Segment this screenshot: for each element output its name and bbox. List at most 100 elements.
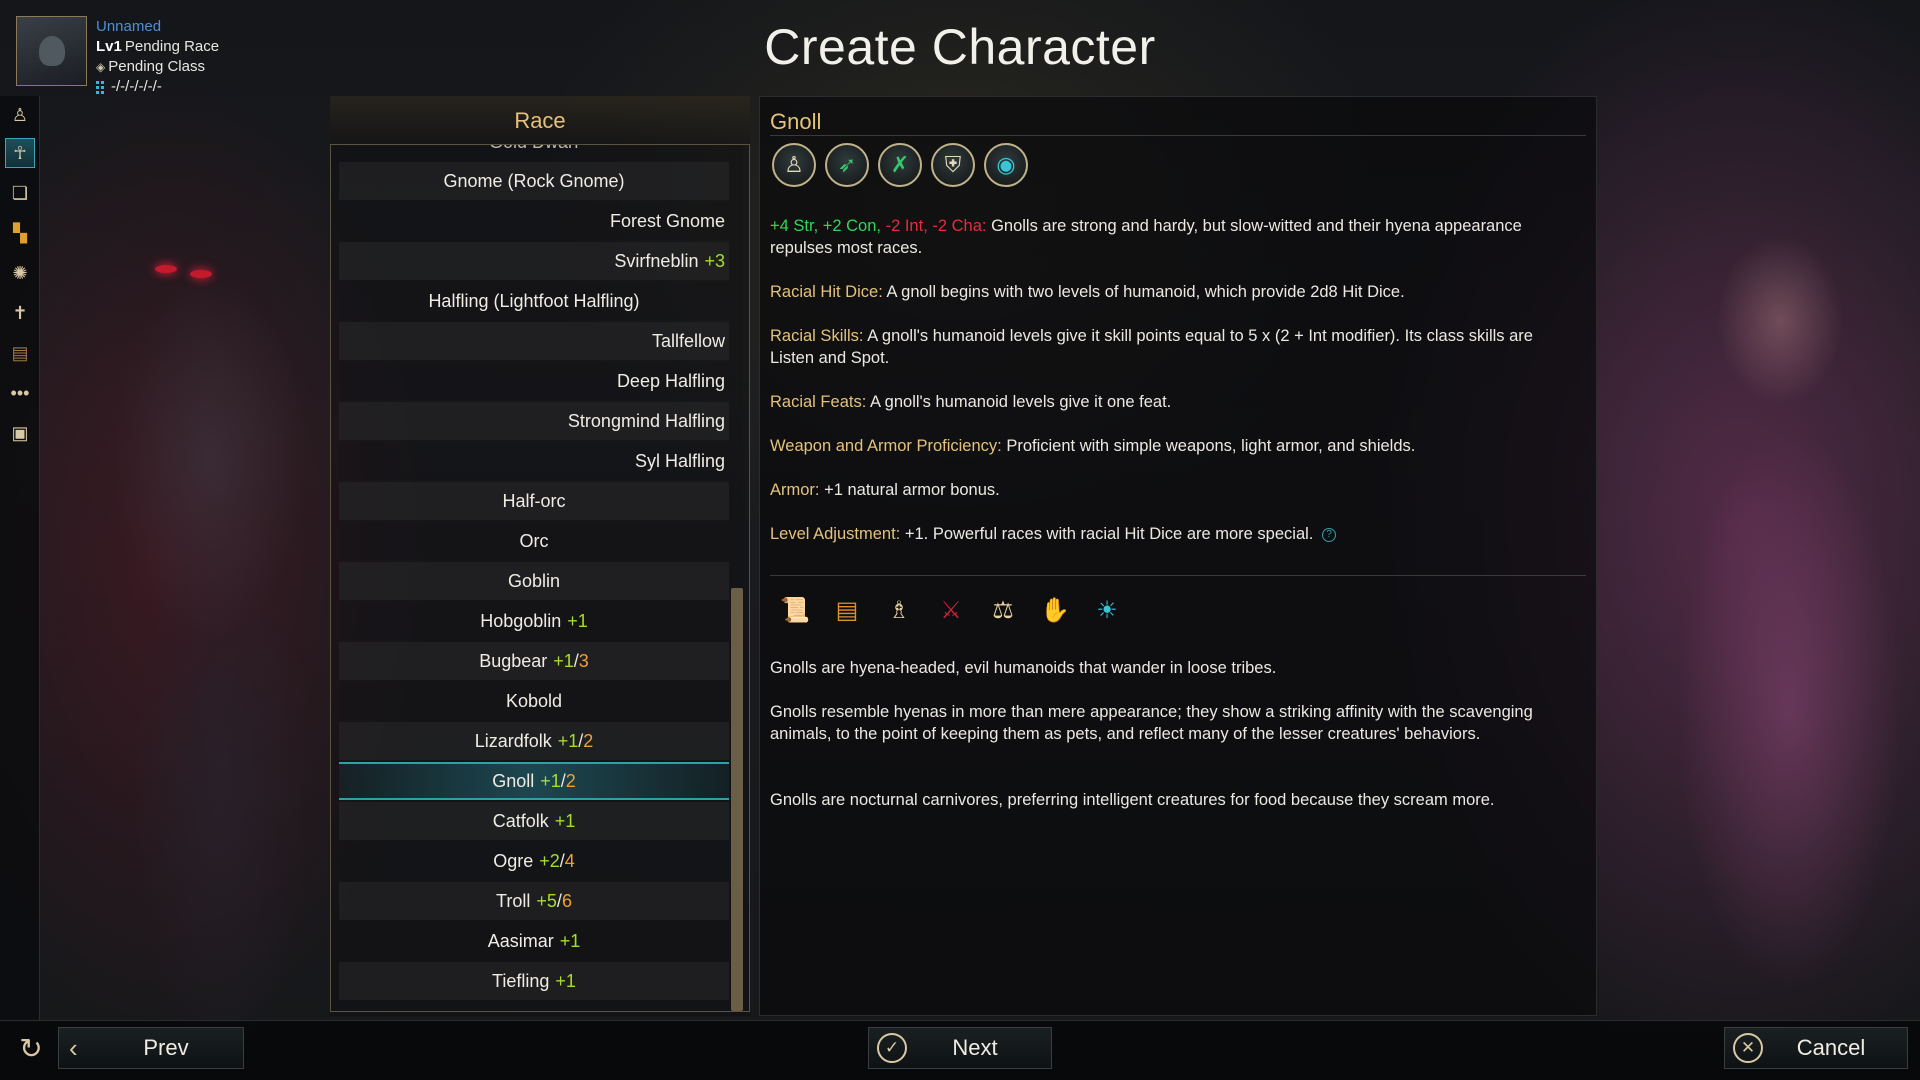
race-name: Orc [519,530,549,551]
armor-shield-icon[interactable]: ⛨ [931,143,975,187]
race-row[interactable]: Bugbear +1/3 [339,642,729,680]
race-row[interactable]: Tiefling +1 [339,962,729,1000]
level-adjustment-value: +1 [555,970,576,991]
race-name: Hobgoblin [480,610,562,631]
race-name: Strongmind Halfling [567,410,725,431]
grid-icon[interactable]: ▚ [5,218,35,248]
effective-level-value: 2 [583,730,594,751]
portrait-card-icon[interactable]: ▣ [5,418,35,448]
divider [770,135,1586,136]
character-stats: -/-/-/-/-/- [111,78,162,95]
race-name: Troll [496,890,531,911]
race-row[interactable]: Troll +5/6 [339,882,729,920]
book-icon[interactable]: ❏ [5,178,35,208]
race-name: Tiefling [492,970,550,991]
city-scales-icon[interactable]: ⚖ [980,587,1026,633]
effective-level-value: 2 [565,770,576,791]
feats-icon[interactable]: ✝ [5,298,35,328]
level-adjustment-value: +2 [539,850,560,871]
glowing-eye-icon [190,270,212,278]
scroll-icon[interactable]: 📜 [772,587,818,633]
race-list[interactable]: Gold Dwarf Gnome (Rock Gnome) Forest Gnom… [330,144,750,1012]
race-row[interactable]: Half-orc [339,482,729,520]
level-adjustment-value: +1 [540,770,561,791]
trait-icon-row: ♙ ➶ ✗ ⛨ ◉ [772,143,1028,187]
step-rail: ♙ ☥ ❏ ▚ ✺ ✝ ▤ ••• ▣ [0,96,40,1020]
help-icon[interactable]: ? [1321,527,1336,542]
skills-icon[interactable]: ✺ [5,258,35,288]
armor-bonus: Armor: +1 natural armor bonus. [770,479,1570,501]
race-row[interactable]: Ogre +2/4 [339,842,729,880]
scrollbar-thumb[interactable] [731,588,743,1011]
prev-button[interactable]: ‹ Prev [58,1027,244,1069]
deity-icon[interactable]: ☀ [1084,587,1130,633]
race-row-partial[interactable]: Gold Dwarf [339,145,729,161]
race-name: Halfling (Lightfoot Halfling) [428,290,640,311]
level-adjustment-value: +5 [536,890,557,911]
race-name: Lizardfolk [474,730,552,751]
close-icon: ✕ [1733,1033,1763,1063]
race-row[interactable]: Tallfellow [339,322,729,360]
race-icon[interactable]: ☥ [5,138,35,168]
lore-paragraph-1: Gnolls are hyena-headed, evil humanoids … [770,659,1277,677]
la-text: +1. Powerful races with racial Hit Dice … [904,525,1314,543]
skills-text: A gnoll's humanoid levels give it skill … [770,327,1533,367]
armor-text: +1 natural armor bonus. [824,481,1000,499]
orange-scroll-icon[interactable]: ▤ [824,587,870,633]
race-row[interactable]: Strongmind Halfling [339,402,729,440]
race-name: Gnoll [492,770,535,791]
race-row[interactable]: Svirfneblin +3 [339,242,729,280]
ability-positive: +4 Str, +2 Con, [770,217,881,235]
next-button[interactable]: ✓ Next [868,1027,1052,1069]
race-panel-title: Race [330,96,750,146]
race-name: Gnome (Rock Gnome) [443,170,625,191]
level-adjustment-value: +3 [704,250,725,271]
feats-text: A gnoll's humanoid levels give it one fe… [869,393,1172,411]
weapon-label: Weapon and Armor Proficiency: [770,437,1002,455]
handshake-icon[interactable]: ✋ [1032,587,1078,633]
cancel-button[interactable]: ✕ Cancel [1724,1027,1908,1069]
race-row[interactable]: Lizardfolk +1/2 [339,722,729,760]
level-adjustment: Level Adjustment: +1. Powerful races wit… [770,523,1570,545]
race-panel: Race Gold Dwarf Gnome (Rock Gnome) Forest… [330,96,750,1016]
race-row[interactable]: Forest Gnome [339,202,729,240]
crossed-swords-icon[interactable]: ⚔ [928,587,974,633]
race-row[interactable]: Orc [339,522,729,560]
spellbook-icon[interactable]: ▤ [5,338,35,368]
race-row[interactable]: Goblin [339,562,729,600]
race-row[interactable]: Halfling (Lightfoot Halfling) [339,282,729,320]
race-row[interactable]: Hobgoblin +1 [339,602,729,640]
la-label: Level Adjustment: [770,525,901,543]
weapon-armor-proficiency: Weapon and Armor Proficiency: Proficient… [770,435,1570,457]
effective-level-value: 4 [564,850,575,871]
race-row[interactable]: Catfolk +1 [339,802,729,840]
race-row[interactable]: Aasimar +1 [339,922,729,960]
more-icon[interactable]: ••• [5,378,35,408]
race-row[interactable]: Deep Halfling [339,362,729,400]
effective-level-value: 3 [578,650,589,671]
race-name: Aasimar [487,930,554,951]
stats-row: -/-/-/-/-/- [96,77,219,97]
figure-icon[interactable]: ♙ [5,100,35,130]
lore-icon-row: 📜 ▤ ♗ ⚔ ⚖ ✋ ☀ [772,587,1130,633]
race-detail-panel: Gnoll ♙ ➶ ✗ ⛨ ◉ +4 Str, +2 Con, -2 Int, … [759,96,1597,1016]
race-row[interactable]: Syl Halfling [339,442,729,480]
race-row-selected[interactable]: Gnoll +1/2 [339,762,729,800]
race-name: Forest Gnome [609,210,725,231]
eye-icon[interactable]: ◉ [984,143,1028,187]
race-row[interactable]: Gnome (Rock Gnome) [339,162,729,200]
race-name: Catfolk [492,810,549,831]
running-icon[interactable]: ➶ [825,143,869,187]
race-row[interactable]: Kobold [339,682,729,720]
refresh-icon[interactable]: ↻ [14,1032,48,1066]
humanoid-icon[interactable]: ♙ [772,143,816,187]
glowing-eye-icon [155,265,177,273]
race-detail-title: Gnoll [770,109,822,134]
racial-feats: Racial Feats: A gnoll's humanoid levels … [770,391,1570,413]
level-adjustment-value: +1 [559,930,581,951]
bow-crossed-icon[interactable]: ✗ [878,143,922,187]
feats-label: Racial Feats: [770,393,867,411]
hit-dice-label: Racial Hit Dice: [770,283,883,301]
prev-label: Prev [143,1035,189,1060]
figure-heart-icon[interactable]: ♗ [876,587,922,633]
